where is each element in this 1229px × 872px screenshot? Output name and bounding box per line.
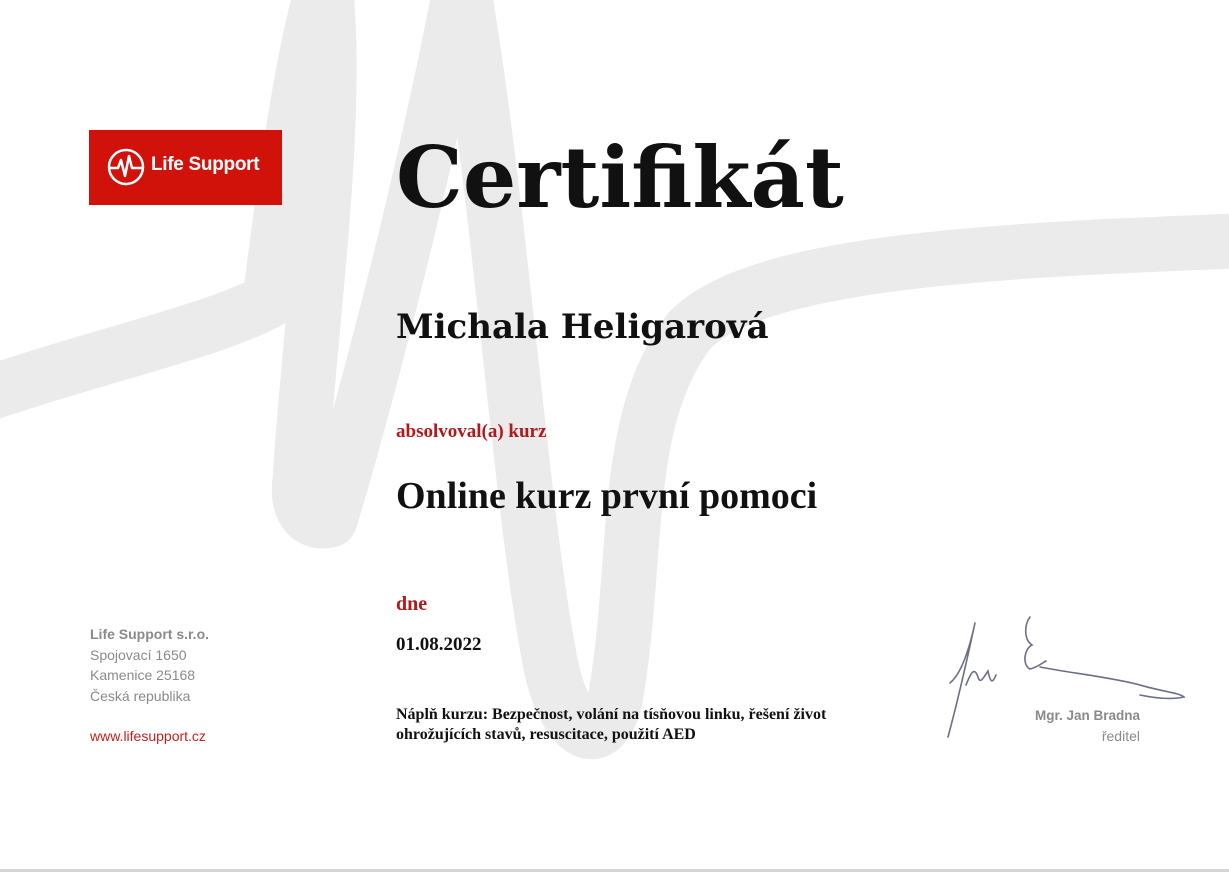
company-country: Česká republika [90,687,191,704]
company-city: Kamenice 25168 [90,667,196,683]
course-name: Online kurz první pomoci [396,475,818,517]
life-support-logo: Life Support [89,130,282,205]
recipient-name: Michala Heligarová [396,307,769,347]
signatory-role: ředitel [1101,728,1140,744]
heartbeat-icon [107,148,145,186]
logo-text: Life Support [151,154,260,175]
completion-date: 01.08.2022 [396,634,482,655]
certificate-page: Life Support Certifikát Michala Heligaro… [0,0,1229,872]
certificate-title: Certifikát [396,128,844,227]
company-address: Life Support s.r.o. Spojovací 1650 Kamen… [90,624,209,706]
signatory-name: Mgr. Jan Bradna [1034,708,1140,723]
course-content: Náplň kurzu: Bezpečnost, volání na tísňo… [396,706,827,743]
company-name: Life Support s.r.o. [90,626,210,642]
date-label: dne [396,593,428,615]
completed-label: absolvoval(a) kurz [396,421,547,442]
company-street: Spojovací 1650 [90,646,187,663]
website-link[interactable]: www.lifesupport.cz [90,726,206,746]
